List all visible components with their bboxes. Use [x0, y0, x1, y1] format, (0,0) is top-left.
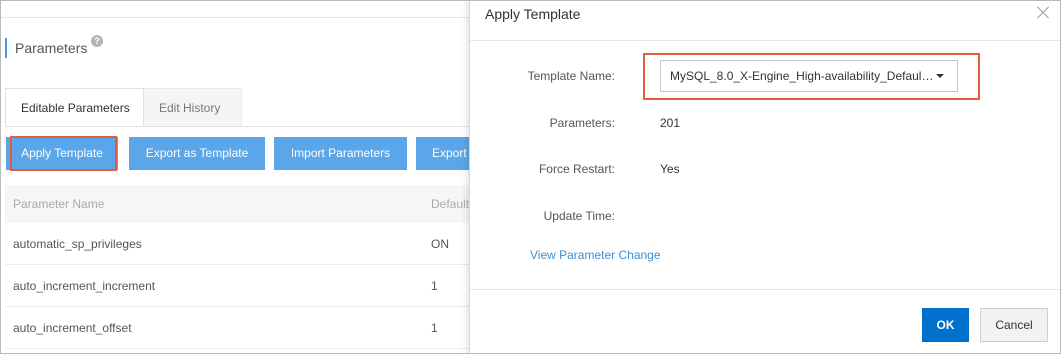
- chevron-down-icon: [936, 74, 944, 78]
- table-row[interactable]: automatic_sp_privileges ON: [5, 223, 470, 265]
- help-icon[interactable]: ?: [91, 35, 103, 47]
- parameters-table: Parameter Name Default automatic_sp_priv…: [5, 185, 470, 349]
- tab-editable-parameters[interactable]: Editable Parameters: [5, 88, 144, 127]
- parameters-value: 201: [660, 116, 681, 130]
- parameter-name: auto_increment_offset: [13, 321, 132, 335]
- export-as-template-button[interactable]: Export as Template: [129, 137, 265, 170]
- apply-template-button[interactable]: Apply Template: [6, 137, 118, 170]
- dialog-title: Apply Template: [485, 6, 581, 22]
- tab-edit-history[interactable]: Edit History: [144, 88, 242, 127]
- close-icon[interactable]: [1032, 2, 1054, 24]
- top-divider: [0, 17, 470, 18]
- apply-template-dialog: Apply Template Template Name: MySQL_8.0_…: [469, 0, 1061, 354]
- parameter-name: automatic_sp_privileges: [13, 237, 142, 251]
- template-name-select[interactable]: MySQL_8.0_X-Engine_High-availability_Def…: [660, 60, 958, 92]
- cancel-button[interactable]: Cancel: [980, 308, 1048, 342]
- export-button[interactable]: Export: [416, 137, 476, 170]
- parameter-default: 1: [431, 321, 438, 335]
- force-restart-label: Force Restart:: [538, 162, 615, 176]
- column-parameter-name: Parameter Name: [13, 197, 105, 211]
- column-default: Default: [431, 197, 470, 211]
- table-row[interactable]: auto_increment_increment 1: [5, 265, 470, 307]
- dialog-header: Apply Template: [470, 0, 1061, 41]
- page-title: Parameters: [5, 38, 87, 58]
- parameters-label: Parameters:: [549, 116, 615, 130]
- view-parameter-change-link[interactable]: View Parameter Change: [530, 248, 661, 262]
- parameter-default: ON: [431, 237, 449, 251]
- dialog-footer-divider: [470, 289, 1061, 290]
- parameter-default: 1: [431, 279, 438, 293]
- template-name-label: Template Name:: [527, 69, 615, 83]
- update-time-label: Update Time:: [543, 209, 615, 223]
- table-header: Parameter Name Default: [5, 185, 470, 223]
- template-name-value: MySQL_8.0_X-Engine_High-availability_Def…: [670, 69, 936, 83]
- table-row[interactable]: auto_increment_offset 1: [5, 307, 470, 349]
- ok-button[interactable]: OK: [922, 308, 969, 342]
- import-parameters-button[interactable]: Import Parameters: [274, 137, 407, 170]
- parameter-name: auto_increment_increment: [13, 279, 156, 293]
- tab-divider: [5, 126, 470, 127]
- force-restart-value: Yes: [660, 162, 680, 176]
